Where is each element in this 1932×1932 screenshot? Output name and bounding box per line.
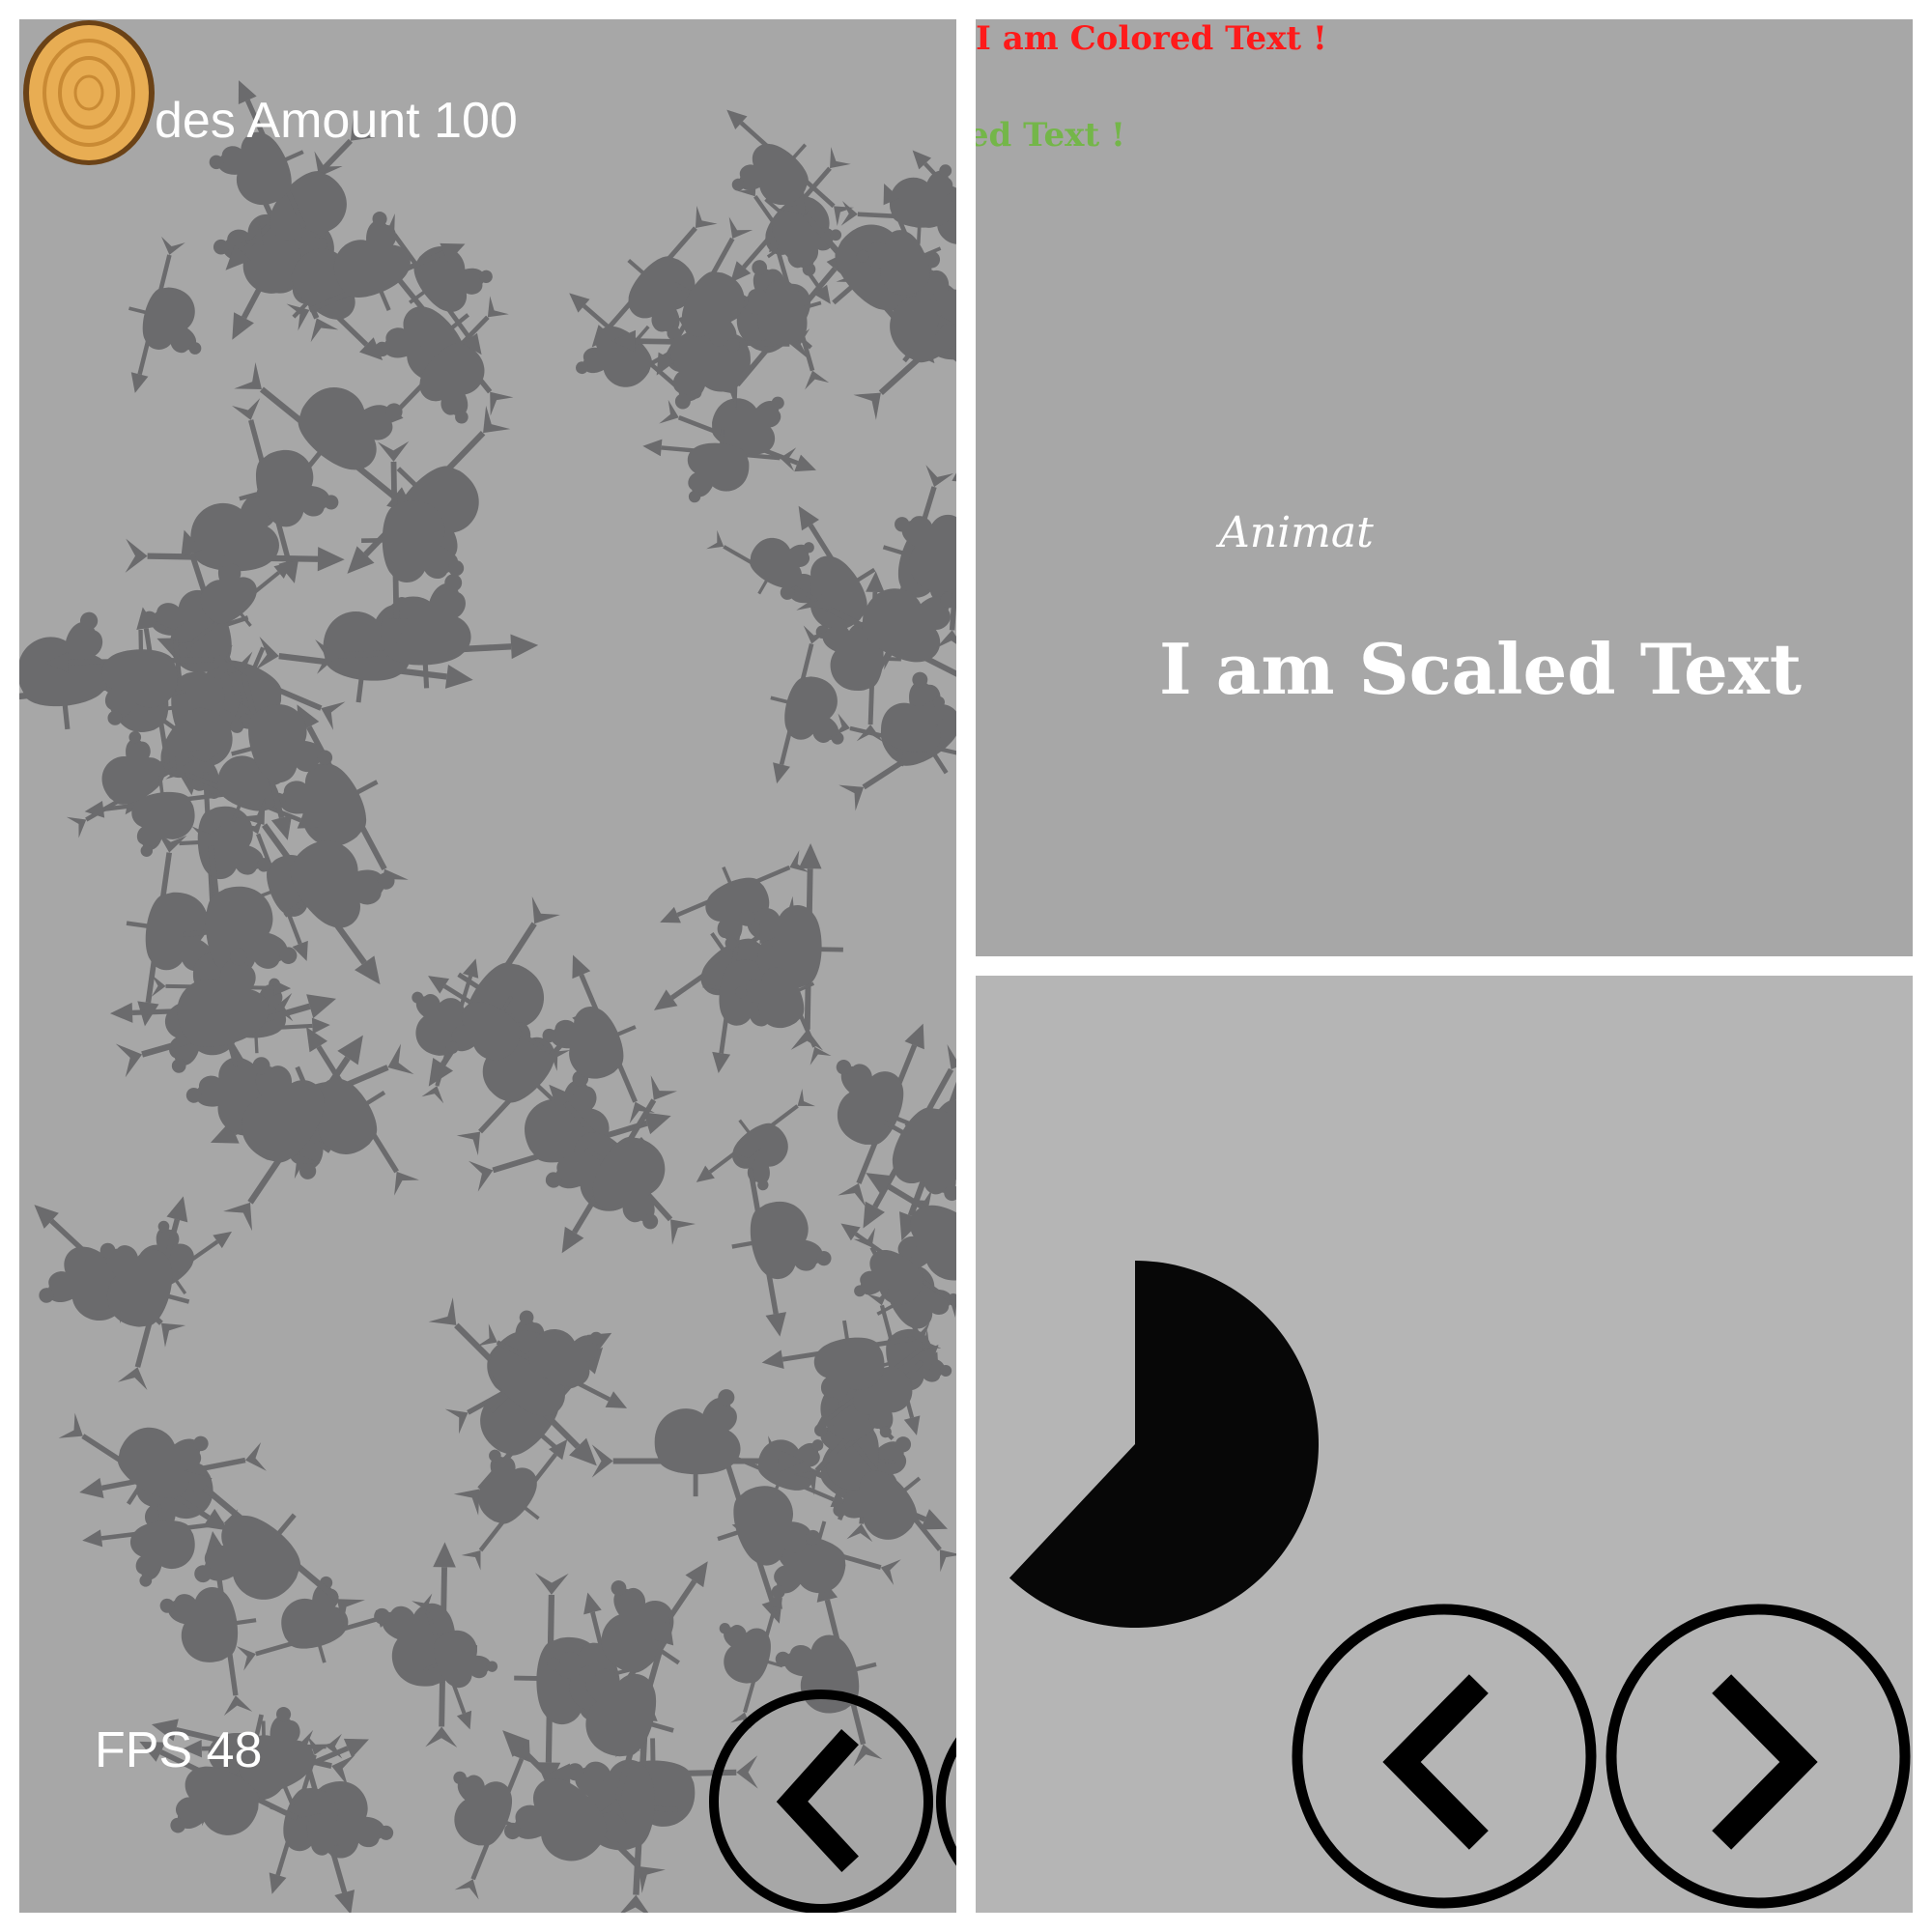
chevron-right-icon: [1605, 1604, 1911, 1909]
sprite-layer: [19, 80, 956, 1913]
colored-text-green: red Text !: [976, 116, 1125, 155]
rooster-weathervane-sprite: [428, 1297, 597, 1466]
rooster-weathervane-sprite: [128, 236, 202, 393]
scaled-text: I am Scaled Text: [1159, 628, 1803, 710]
fps-counter: FPS 48: [95, 1722, 263, 1778]
back-button[interactable]: [705, 1686, 937, 1913]
colored-text-red: I am Colored Text !: [976, 19, 1327, 58]
text-demo-panel: I am Colored Text ! red Text ! Animat I …: [976, 19, 1913, 956]
nodes-amount-label: des Amount 100: [155, 93, 518, 149]
sprite-scene-panel: des Amount 100 FPS 48: [19, 19, 956, 1913]
animated-text: Animat: [1219, 508, 1374, 557]
progress-demo-panel: [976, 976, 1913, 1913]
radial-progress: [1009, 1261, 1319, 1628]
chevron-left-icon: [1292, 1604, 1597, 1909]
rooster-weathervane-sprite: [731, 1147, 832, 1337]
wood-slice-icon: [19, 19, 164, 169]
next-button-partial[interactable]: [932, 1686, 956, 1913]
next-button[interactable]: [1604, 1602, 1913, 1911]
prev-button[interactable]: [1290, 1602, 1599, 1911]
chevron-left-icon: [709, 1690, 933, 1913]
